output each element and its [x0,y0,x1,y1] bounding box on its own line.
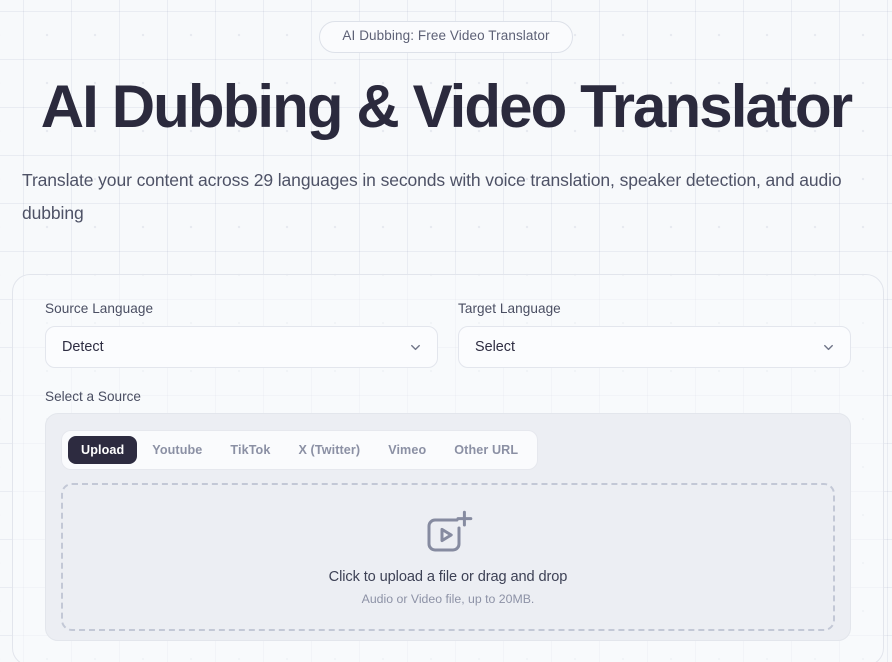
language-fields-row: Source Language Detect Target Language S… [45,301,851,369]
page-root: AI Dubbing: Free Video Translator AI Dub… [0,0,892,662]
target-language-select[interactable]: Select [458,326,851,369]
file-dropzone[interactable]: Click to upload a file or drag and drop … [61,483,835,632]
source-tab-vimeo[interactable]: Vimeo [375,436,439,464]
badge-row: AI Dubbing: Free Video Translator [12,0,880,53]
target-language-label: Target Language [458,301,561,317]
hero-section: AI Dubbing: Free Video Translator AI Dub… [0,0,892,230]
source-panel: Upload Youtube TikTok X (Twitter) Vimeo Other… [45,413,851,642]
source-tab-other-url[interactable]: Other URL [441,436,531,464]
source-tab-upload[interactable]: Upload [68,436,138,465]
target-language-value: Select [475,339,515,356]
chevron-down-icon [408,340,423,355]
dropzone-secondary-text: Audio or Video file, up to 20MB. [361,591,535,606]
source-language-value: Detect [62,339,104,356]
source-language-select[interactable]: Detect [45,326,438,369]
source-tab-youtube[interactable]: Youtube [139,436,215,464]
dropzone-primary-text: Click to upload a file or drag and drop [328,568,568,585]
hero-badge: AI Dubbing: Free Video Translator [319,21,573,53]
video-add-icon [422,509,474,557]
target-language-field: Target Language Select [458,301,851,369]
source-language-label: Source Language [45,301,154,317]
source-tab-x-twitter[interactable]: X (Twitter) [285,436,373,464]
page-title: AI Dubbing & Video Translator [40,72,853,140]
translator-card: Source Language Detect Target Language S… [12,274,884,662]
chevron-down-icon [821,340,836,355]
source-language-field: Source Language Detect [45,301,438,369]
source-tabs: Upload Youtube TikTok X (Twitter) Vimeo Other… [61,430,539,471]
hero-subtitle: Translate your content across 29 languag… [22,170,842,224]
source-tab-tiktok[interactable]: TikTok [217,436,283,464]
select-a-source-label: Select a Source [45,389,141,405]
